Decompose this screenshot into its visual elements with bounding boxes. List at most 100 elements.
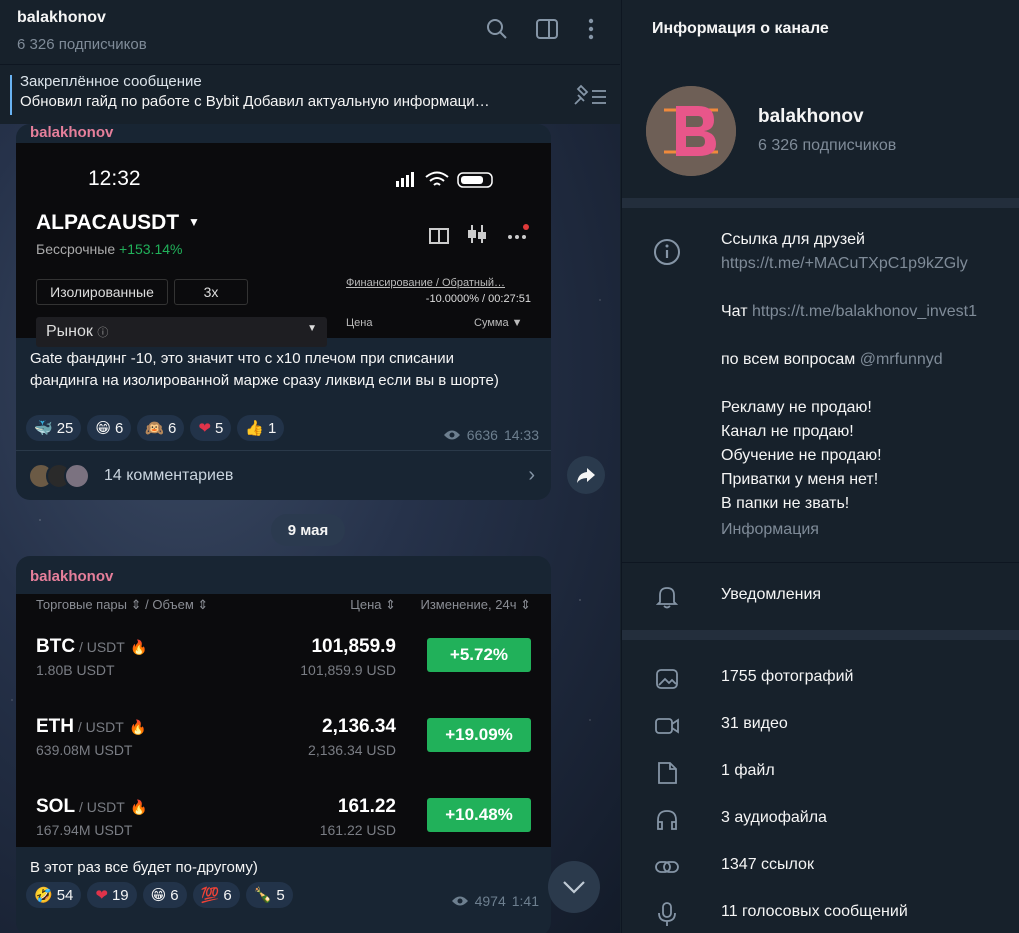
views-eye-icon	[451, 896, 468, 906]
microphone-icon	[658, 902, 676, 926]
message-author[interactable]: balakhonov	[16, 556, 551, 585]
notifications-label: Уведомления	[721, 586, 822, 603]
table-row: SOL / USDT 🔥 167.94M USDT 161.22 161.22 …	[16, 774, 551, 854]
channel-info-panel: Информация о канале balakhonov 6 326 под…	[621, 0, 1019, 933]
video-icon	[655, 718, 679, 734]
channel-description: Ссылка для друзей https://t.me/+MACuTXpC…	[721, 231, 978, 538]
col-sum: Сумма ▼	[474, 317, 523, 329]
reaction-chip[interactable]: 🤣 54	[26, 882, 82, 908]
message-meta: 4974 1:41	[451, 893, 539, 909]
sidebar-toggle-icon[interactable]	[534, 16, 560, 42]
pair-dropdown-icon: ▼	[188, 215, 200, 229]
th-pairs: Торговые пары ⇕ / Объем ⇕	[36, 597, 209, 612]
fire-icon: 🔥	[130, 639, 148, 655]
divider	[622, 562, 1019, 563]
reaction-chip[interactable]: ❤ 5	[190, 415, 232, 441]
message-time: 14:33	[503, 427, 539, 443]
reaction-chip[interactable]: 😁 6	[142, 882, 187, 908]
message-photo[interactable]: Торговые пары ⇕ / Объем ⇕ Цена ⇕ Изменен…	[16, 594, 551, 847]
message-photo[interactable]: 12:32 ALPACAUSDT ▼ Бессрочные +153.14% И…	[16, 143, 551, 347]
phone-status-icons	[396, 171, 493, 188]
channel-logo	[646, 86, 736, 176]
comments-label: 14 комментариев	[104, 466, 234, 484]
table-row: BTC / USDT 🔥 1.80B USDT 101,859.9 101,85…	[16, 614, 551, 694]
reaction-chip[interactable]: 💯 6	[192, 882, 240, 908]
chat-header[interactable]: balakhonov 6 326 подписчиков	[0, 0, 620, 64]
bell-icon	[655, 587, 679, 609]
pinned-text: Обновил гайд по работе с Bybit Добавил а…	[20, 93, 490, 110]
media-row-links[interactable]: 1347 ссылок	[622, 844, 1019, 891]
more-icon[interactable]	[578, 16, 604, 42]
view-count: 4974	[474, 893, 506, 909]
reaction-chip[interactable]: ❤ 19	[87, 882, 137, 908]
media-row-videos[interactable]: 31 видео	[622, 703, 1019, 750]
message-caption: Gate фандинг -10, это значит что с x10 п…	[30, 350, 499, 389]
reaction-chip[interactable]: 🙉 6	[137, 415, 185, 441]
channel-name: balakhonov	[758, 106, 864, 127]
message-time: 1:41	[511, 893, 539, 909]
contact-link[interactable]: @mrfunnyd	[860, 351, 943, 368]
chevron-right-icon: ›	[528, 464, 535, 486]
change-badge: +19.09%	[427, 718, 531, 752]
channel-avatar[interactable]	[646, 86, 736, 176]
fire-icon: 🔥	[130, 799, 148, 815]
funding-value: -10.0000% / 00:27:51	[425, 293, 531, 305]
col-price: Цена	[346, 317, 373, 329]
change-badge: +5.72%	[427, 638, 531, 672]
scroll-down-button[interactable]	[548, 861, 600, 913]
th-price: Цена ⇕	[350, 597, 396, 612]
media-row-audio[interactable]: 3 аудиофайла	[622, 797, 1019, 844]
th-change: Изменение, 24ч ⇕	[420, 597, 531, 612]
isolated-button: Изолированные	[36, 279, 168, 305]
chat-area: balakhonov 6 326 подписчиков Закреплённо…	[0, 0, 620, 933]
chat-title: balakhonov	[17, 9, 106, 26]
message-author[interactable]: balakhonov	[16, 124, 127, 141]
date-separator: 9 мая	[271, 514, 345, 546]
telegram-window: balakhonov 6 326 подписчиков Закреплённо…	[0, 0, 1019, 933]
reaction-chip[interactable]: 🍾 5	[245, 882, 293, 908]
channel-subscribers: 6 326 подписчиков	[758, 137, 897, 154]
chat-subtitle: 6 326 подписчиков	[17, 36, 147, 53]
funding-label: Финансирование / Обратный…	[346, 277, 506, 289]
change-badge: +10.48%	[427, 798, 531, 832]
headphones-icon	[657, 810, 677, 830]
panel-title: Информация о канале	[652, 20, 829, 37]
reaction-chip[interactable]: 🐳 25	[26, 415, 82, 441]
message-bubble[interactable]: balakhonov 12:32 ALPACAUSDT ▼ Бессрочные…	[16, 124, 551, 500]
pin-list-icon[interactable]	[572, 83, 608, 107]
media-row-photos[interactable]: 1755 фотографий	[622, 656, 1019, 703]
view-count: 6636	[466, 427, 498, 443]
message-bubble[interactable]: balakhonov Торговые пары ⇕ / Объем ⇕ Цен…	[16, 556, 551, 933]
link-icon	[655, 861, 679, 873]
phone-time: 12:32	[88, 167, 141, 190]
media-row-files[interactable]: 1 файл	[622, 750, 1019, 797]
pinned-indicator	[10, 75, 12, 115]
forward-button[interactable]	[567, 456, 605, 494]
divider	[622, 198, 1019, 208]
divider	[622, 630, 1019, 640]
message-meta: 6636 14:33	[443, 427, 539, 443]
fire-icon: 🔥	[129, 719, 147, 735]
media-row-voice[interactable]: 11 голосовых сообщений	[622, 891, 1019, 933]
perp-label: Бессрочные +153.14%	[36, 241, 183, 257]
reaction-chip[interactable]: 👍 1	[237, 415, 285, 441]
reactions: 🤣 54 ❤ 19 😁 6 💯 6 🍾 5	[16, 874, 303, 908]
pinned-message-bar[interactable]: Закреплённое сообщение Обновил гайд по р…	[0, 64, 620, 124]
avatar	[64, 462, 90, 489]
reaction-chip[interactable]: 😁 6	[87, 415, 132, 441]
views-eye-icon	[443, 430, 460, 440]
pair-name: ALPACAUSDT	[36, 211, 180, 234]
file-icon	[658, 762, 677, 784]
phone-toolbar-icons	[429, 224, 529, 244]
pinned-title: Закреплённое сообщение	[20, 73, 202, 90]
info-icon	[652, 237, 682, 267]
comments-button[interactable]: 14 комментариев ›	[16, 450, 551, 500]
table-row: ETH / USDT 🔥 639.08M USDT 2,136.34 2,136…	[16, 694, 551, 774]
search-icon[interactable]	[484, 16, 510, 42]
chevron-down-icon	[563, 881, 585, 894]
leverage-button: 3x	[174, 279, 248, 305]
chat-link[interactable]: https://t.me/balakhonov_invest1	[752, 303, 977, 320]
invite-link[interactable]: https://t.me/+MACuTXpC1p9kZGly	[721, 252, 977, 276]
notifications-row[interactable]: Уведомления	[622, 574, 1019, 621]
reactions: 🐳 25 😁 6 🙉 6 ❤ 5 👍 1	[16, 407, 294, 441]
